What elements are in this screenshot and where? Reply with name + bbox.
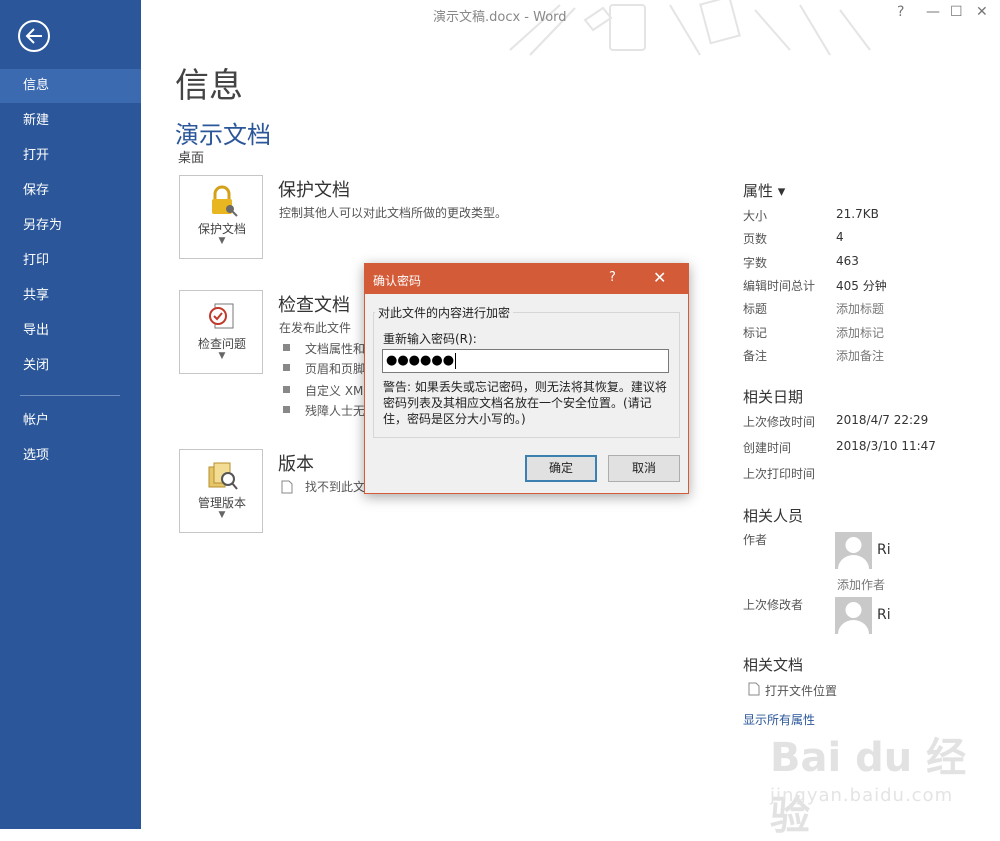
prop-label: 备注: [743, 349, 768, 363]
password-label: 重新输入密码(R):: [383, 332, 477, 346]
prop-label: 大小: [743, 209, 768, 223]
protect-title: 保护文档: [278, 180, 350, 201]
inspect-tile-label: 检查问题: [197, 337, 246, 351]
inspect-bullet: 页眉和页脚: [305, 362, 366, 376]
avatar[interactable]: [835, 532, 872, 569]
inspect-bullet: 文档属性和: [305, 342, 366, 356]
protect-tile-label: 保护文档: [197, 222, 246, 236]
date-label: 上次修改时间: [743, 415, 816, 429]
group-legend: 对此文件的内容进行加密: [375, 304, 514, 321]
nav-close[interactable]: 关闭: [0, 349, 141, 383]
nav-new[interactable]: 新建: [0, 104, 141, 138]
check-issues-icon: [209, 303, 234, 329]
dates-heading: 相关日期: [743, 388, 804, 406]
help-icon[interactable]: ?: [897, 4, 904, 20]
close-icon[interactable]: ✕: [976, 4, 988, 20]
password-field[interactable]: ●●●●●●: [382, 349, 669, 373]
add-title-field[interactable]: 添加标题: [836, 300, 884, 317]
nav-info[interactable]: 信息: [0, 69, 141, 103]
nav-save-as[interactable]: 另存为: [0, 209, 141, 243]
created-value: 2018/3/10 11:47: [836, 439, 936, 453]
text-cursor: [455, 352, 457, 369]
nav-save[interactable]: 保存: [0, 174, 141, 208]
nav-export[interactable]: 导出: [0, 314, 141, 348]
bullet-icon: [283, 406, 290, 413]
minimize-icon[interactable]: —: [926, 4, 940, 20]
add-tags-field[interactable]: 添加标记: [836, 324, 884, 341]
watermark-logo: Bai du 经验: [770, 735, 967, 839]
avatar[interactable]: [835, 597, 872, 634]
protect-document-button[interactable]: 保护文档 ▼: [179, 175, 263, 259]
people-heading: 相关人员: [743, 507, 804, 525]
prop-size-value: 21.7KB: [836, 207, 879, 221]
back-arrow-icon[interactable]: [18, 20, 50, 52]
help-icon[interactable]: ?: [609, 270, 616, 285]
related-docs-heading: 相关文档: [743, 656, 804, 674]
add-author-link[interactable]: 添加作者: [837, 576, 885, 593]
bullet-icon: [283, 364, 290, 371]
nav-account[interactable]: 帐户: [0, 404, 141, 438]
versions-description: 找不到此文: [305, 480, 366, 494]
versions-tile-label: 管理版本: [197, 496, 246, 510]
maximize-icon[interactable]: ☐: [950, 4, 963, 20]
folder-document-icon: [748, 682, 760, 696]
close-icon[interactable]: ✕: [653, 268, 666, 287]
nav-open[interactable]: 打开: [0, 139, 141, 173]
date-label: 上次打印时间: [743, 467, 816, 481]
bullet-icon: [283, 386, 290, 393]
last-modified-by-label: 上次修改者: [743, 598, 804, 612]
prop-label: 编辑时间总计: [743, 279, 816, 293]
password-warning: 警告: 如果丢失或忘记密码，则无法将其恢复。建议将密码列表及其相应文档名放在一个…: [383, 380, 667, 426]
password-value: ●●●●●●: [386, 353, 455, 368]
nav-print[interactable]: 打印: [0, 244, 141, 278]
chevron-down-icon: ▼: [218, 510, 226, 520]
date-label: 创建时间: [743, 441, 792, 455]
chevron-down-icon: ▼: [218, 351, 226, 361]
last-modified-by-name: Ri: [877, 607, 891, 623]
nav-share[interactable]: 共享: [0, 279, 141, 313]
versions-icon: [208, 462, 238, 490]
bullet-icon: [283, 344, 290, 351]
nav-divider: [20, 395, 120, 396]
backstage-sidebar: 信息 新建 打开 保存 另存为 打印 共享 导出 关闭 帐户 选项: [0, 0, 141, 829]
document-name: 演示文档: [175, 121, 271, 149]
versions-title: 版本: [278, 454, 314, 475]
dialog-titlebar: 确认密码 ? ✕: [365, 264, 688, 294]
nav-options[interactable]: 选项: [0, 439, 141, 473]
chevron-down-icon: ▼: [218, 236, 226, 246]
inspect-title: 检查文档: [278, 295, 350, 316]
page-title: 信息: [175, 66, 243, 106]
properties-heading[interactable]: 属性 ▾: [743, 180, 785, 201]
prop-label: 字数: [743, 256, 768, 270]
prop-edit-time-value: 405 分钟: [836, 279, 887, 293]
prop-label: 标记: [743, 326, 768, 340]
prop-label: 页数: [743, 232, 768, 246]
author-label: 作者: [743, 533, 768, 547]
inspect-bullet: 残障人士无: [305, 404, 366, 418]
ok-button[interactable]: 确定: [525, 455, 597, 482]
lock-key-icon: [212, 185, 238, 217]
dialog-title: 确认密码: [373, 274, 422, 288]
confirm-password-dialog: 确认密码 ? ✕ 对此文件的内容进行加密 重新输入密码(R): ●●●●●● 警…: [364, 263, 689, 494]
cancel-button[interactable]: 取消: [608, 455, 680, 482]
prop-pages-value: 4: [836, 230, 844, 244]
inspect-document-button[interactable]: 检查问题 ▼: [179, 290, 263, 374]
inspect-description: 在发布此文件: [279, 321, 352, 335]
add-comments-field[interactable]: 添加备注: [836, 347, 884, 364]
author-name: Ri: [877, 542, 891, 558]
manage-versions-button[interactable]: 管理版本 ▼: [179, 449, 263, 533]
document-location: 桌面: [178, 151, 205, 166]
watermark-url: jingyan.baidu.com: [770, 785, 954, 806]
inspect-bullet: 自定义 XM: [305, 384, 364, 398]
window-title: 演示文稿.docx - Word: [433, 10, 567, 25]
prop-label: 标题: [743, 302, 768, 316]
last-modified-value: 2018/4/7 22:29: [836, 413, 929, 427]
document-icon: [281, 480, 293, 494]
protect-description: 控制其他人可以对此文档所做的更改类型。: [279, 206, 508, 220]
open-file-location-link[interactable]: 打开文件位置: [765, 682, 837, 699]
prop-words-value: 463: [836, 254, 859, 268]
